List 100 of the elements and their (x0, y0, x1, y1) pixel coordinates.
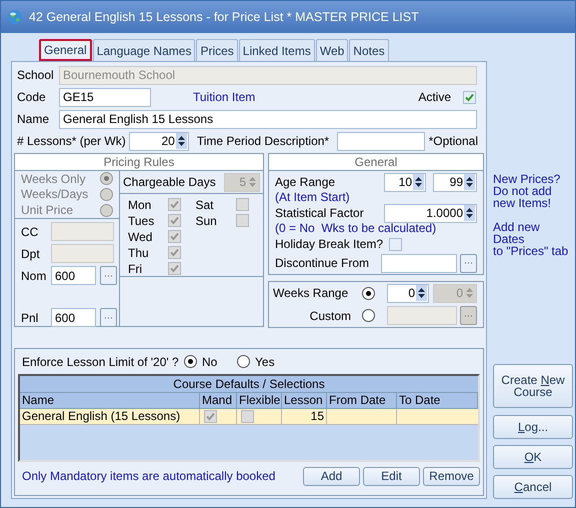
browse-button[interactable] (100, 308, 117, 327)
ellipsis-icon (465, 314, 472, 317)
column-header[interactable]: Lesson (282, 393, 327, 408)
grid-row[interactable]: General English (15 Lessons) 15 (20, 409, 478, 425)
table-cell: General English (15 Lessons) (20, 409, 200, 424)
option-label: No (202, 356, 218, 368)
column-header[interactable]: Mand (200, 393, 237, 408)
checkbox[interactable] (463, 90, 476, 104)
radio-button[interactable] (100, 172, 113, 186)
field-label: Enforce Lesson Limit of '20' ? (22, 356, 178, 368)
field-label: Discontinue From (275, 257, 370, 269)
group-header: Pricing Rules (15, 154, 263, 171)
checkbox[interactable] (168, 198, 181, 211)
checkbox[interactable] (236, 198, 248, 211)
field-label: Chargeable Days (123, 176, 216, 188)
spin-arrows-icon[interactable] (464, 174, 475, 190)
spin-value: 99 (450, 176, 463, 188)
spin-arrows-icon[interactable] (416, 285, 427, 302)
account-field[interactable] (51, 222, 114, 241)
column-header[interactable]: To Date (397, 393, 478, 408)
checkbox[interactable] (168, 230, 181, 243)
checkbox[interactable] (236, 214, 248, 227)
spin-value: 5 (239, 176, 246, 188)
radio-button[interactable] (362, 286, 375, 300)
field-label: Weeks Range (273, 287, 350, 300)
field-label: School (17, 69, 55, 81)
field-label: *Optional (428, 135, 478, 147)
dialog-button[interactable]: Create New Course (493, 364, 573, 408)
field-label: Statistical Factor (275, 207, 364, 219)
checkbox[interactable] (168, 214, 181, 227)
spin-arrows-icon[interactable] (464, 205, 475, 221)
hint-text: (0 = No Wks to be calculated) (275, 222, 438, 235)
field-label: Pnl (21, 312, 40, 324)
spin-value: 10 (398, 176, 412, 188)
dialog-button[interactable]: Cancel (493, 475, 573, 499)
tab[interactable]: Language Names (92, 39, 196, 61)
checkbox[interactable] (241, 410, 254, 423)
tab[interactable]: Web (316, 39, 348, 61)
spin-value: 0 (408, 287, 415, 300)
side-note: Add new Dates to "Prices" tab (493, 221, 570, 257)
age-from-spinner[interactable]: 10 (384, 172, 426, 192)
custom-range-field[interactable] (387, 306, 457, 326)
time-period-field[interactable] (337, 132, 425, 150)
dialog-button[interactable]: OK (493, 445, 573, 469)
range-from-spinner[interactable]: 0 (387, 284, 429, 303)
spin-arrows-icon[interactable] (413, 174, 424, 190)
discontinue-date-field[interactable] (381, 254, 457, 272)
lessons-spinner[interactable]: 20 (129, 132, 189, 150)
radio-button[interactable] (362, 309, 375, 322)
table-cell: 15 (282, 409, 327, 424)
code-field[interactable]: GE15 (59, 88, 151, 106)
tab[interactable]: Prices (196, 39, 238, 61)
grid-action-button[interactable]: Edit (363, 466, 420, 486)
browse-button[interactable] (460, 254, 477, 272)
option-label: Unit Price (21, 204, 74, 216)
account-field[interactable]: 600 (51, 266, 96, 285)
tab[interactable]: Notes (349, 39, 389, 61)
item-type-text: Tuition Item (193, 91, 256, 103)
globe-icon (7, 9, 23, 25)
browse-button[interactable] (460, 306, 477, 326)
radio-button[interactable] (237, 355, 250, 368)
field-label: Age Range (275, 176, 336, 188)
account-field[interactable]: 600 (51, 308, 96, 327)
info-text: Only Mandatory items are automatically booked (22, 470, 276, 482)
field-label: Custom (308, 310, 352, 322)
field-label: Code (17, 91, 47, 103)
radio-button[interactable] (184, 355, 197, 368)
account-field[interactable] (51, 244, 114, 263)
column-header[interactable]: From Date (327, 393, 397, 408)
age-to-spinner[interactable]: 99 (433, 172, 477, 192)
hint-text: (At Item Start) (275, 191, 351, 204)
checkbox[interactable] (389, 238, 402, 250)
column-header[interactable]: Name (20, 393, 200, 408)
checkbox[interactable] (204, 410, 217, 423)
option-label: Yes (255, 356, 275, 368)
grid-action-button[interactable]: Add (303, 466, 360, 486)
radio-button[interactable] (100, 204, 113, 217)
browse-button[interactable] (100, 266, 117, 285)
field-label: Nom (21, 270, 47, 282)
statistical-factor-spinner[interactable]: 1.0000 (384, 204, 477, 222)
field-label: CC (21, 226, 40, 238)
checkbox[interactable] (168, 262, 181, 275)
tab[interactable]: Linked Items (238, 39, 315, 61)
checkbox[interactable] (168, 246, 181, 259)
name-field[interactable]: General English 15 Lessons (59, 110, 477, 128)
column-header[interactable]: Flexible (237, 393, 282, 408)
field-label: Sun (196, 214, 218, 226)
field-label: Sat (196, 198, 215, 210)
field-label: Tues (128, 214, 156, 226)
field-label: Time Period Description* (196, 135, 330, 147)
field-label: Fri (128, 262, 143, 274)
grid-action-button[interactable]: Remove (423, 466, 480, 486)
spin-arrows-icon[interactable] (176, 133, 187, 149)
option-label: Weeks Only (21, 172, 86, 185)
field-label: Dpt (21, 248, 41, 260)
tab[interactable]: General (39, 39, 92, 61)
field-label: Holiday Break Item? (275, 238, 384, 250)
dialog-button[interactable]: Log... (493, 415, 573, 439)
field-label: Name (17, 113, 50, 125)
radio-button[interactable] (100, 188, 113, 201)
